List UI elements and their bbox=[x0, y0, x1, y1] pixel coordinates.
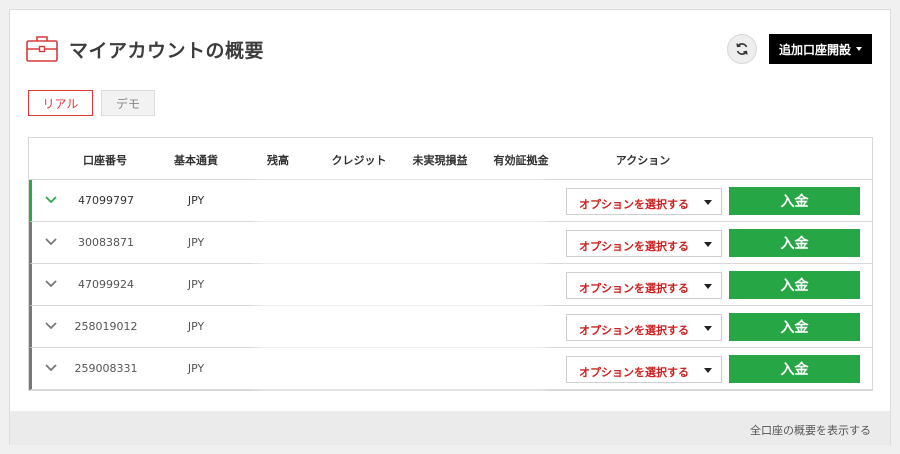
deposit-button[interactable]: 入金 bbox=[729, 187, 860, 215]
redacted-values-overlay bbox=[256, 180, 546, 390]
column-header-balance: 残高 bbox=[267, 154, 289, 167]
action-select[interactable]: オプションを選択する bbox=[566, 272, 722, 299]
action-select[interactable]: オプションを選択する bbox=[566, 230, 722, 257]
view-all-accounts-link[interactable]: 全口座の概要を表示する bbox=[750, 422, 871, 438]
action-select-label: オプションを選択する bbox=[579, 240, 689, 253]
briefcase-icon bbox=[26, 36, 58, 62]
caret-down-icon bbox=[704, 368, 712, 373]
account-number: 47099924 bbox=[78, 278, 134, 291]
open-additional-account-button[interactable]: 追加口座開設 bbox=[769, 34, 872, 64]
column-header-action: アクション bbox=[615, 154, 671, 167]
summary-footer: 全口座の概要を表示する bbox=[10, 411, 890, 445]
refresh-button[interactable] bbox=[727, 34, 757, 64]
column-header-currency: 基本通貨 bbox=[174, 154, 218, 167]
caret-down-icon bbox=[704, 242, 712, 247]
base-currency: JPY bbox=[187, 236, 205, 249]
account-number: 259008331 bbox=[74, 362, 138, 375]
open-account-label: 追加口座開設 bbox=[778, 42, 851, 57]
summary-header: マイアカウントの概要 追加口座開設 bbox=[10, 10, 890, 90]
base-currency: JPY bbox=[187, 194, 205, 207]
page-title: マイアカウントの概要 bbox=[69, 40, 265, 62]
action-select-label: オプションを選択する bbox=[579, 282, 689, 295]
deposit-button[interactable]: 入金 bbox=[729, 313, 860, 341]
account-number: 30083871 bbox=[78, 236, 134, 249]
column-header-credit: クレジット bbox=[331, 154, 387, 167]
account-type-tabs: リアル デモ bbox=[28, 90, 155, 116]
column-header-equity: 有効証拠金 bbox=[493, 154, 549, 167]
chevron-down-icon[interactable] bbox=[44, 320, 58, 332]
account-number: 47099797 bbox=[78, 194, 134, 207]
table-header: 口座番号 基本通貨 残高 クレジット 未実現損益 有効証拠金 アクション bbox=[29, 138, 872, 180]
chevron-down-icon[interactable] bbox=[44, 236, 58, 248]
caret-down-icon bbox=[704, 284, 712, 289]
action-select[interactable]: オプションを選択する bbox=[566, 356, 722, 383]
chevron-down-icon[interactable] bbox=[44, 362, 58, 374]
base-currency: JPY bbox=[187, 278, 205, 291]
action-select[interactable]: オプションを選択する bbox=[566, 314, 722, 341]
base-currency: JPY bbox=[187, 320, 205, 333]
column-header-unrealized-pl: 未実現損益 bbox=[412, 154, 468, 167]
deposit-button[interactable]: 入金 bbox=[729, 229, 860, 257]
tab-real[interactable]: リアル bbox=[28, 90, 93, 116]
account-number: 258019012 bbox=[74, 320, 138, 333]
caret-down-icon bbox=[856, 47, 862, 51]
action-select[interactable]: オプションを選択する bbox=[566, 188, 722, 215]
accounts-table: 口座番号 基本通貨 残高 クレジット 未実現損益 有効証拠金 アクション 470… bbox=[28, 137, 873, 391]
action-select-label: オプションを選択する bbox=[579, 324, 689, 337]
refresh-icon bbox=[736, 43, 748, 55]
tab-demo[interactable]: デモ bbox=[101, 90, 155, 116]
action-select-label: オプションを選択する bbox=[579, 198, 689, 211]
chevron-down-icon[interactable] bbox=[44, 194, 58, 206]
caret-down-icon bbox=[704, 326, 712, 331]
deposit-button[interactable]: 入金 bbox=[729, 355, 860, 383]
column-header-account: 口座番号 bbox=[83, 154, 127, 167]
account-summary-card: マイアカウントの概要 追加口座開設 リアル デモ 口座番号 基本通貨 残高 クレ… bbox=[9, 9, 891, 445]
chevron-down-icon[interactable] bbox=[44, 278, 58, 290]
deposit-button[interactable]: 入金 bbox=[729, 271, 860, 299]
caret-down-icon bbox=[704, 200, 712, 205]
base-currency: JPY bbox=[187, 362, 205, 375]
action-select-label: オプションを選択する bbox=[579, 366, 689, 379]
